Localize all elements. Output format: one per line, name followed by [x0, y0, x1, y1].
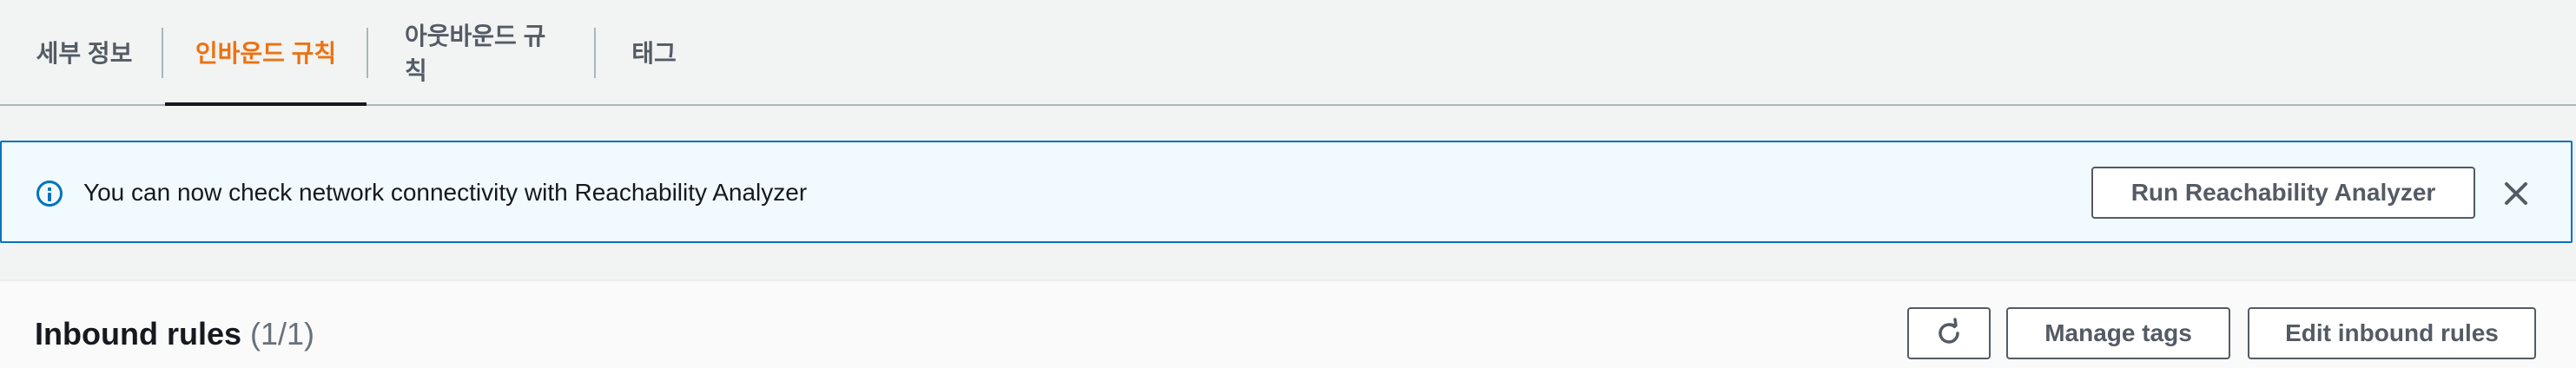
inbound-rules-header: Inbound rules (1/1) Manage tags Edit inb…: [0, 279, 2576, 368]
tab-inbound-rules[interactable]: 인바운드 규칙: [165, 0, 367, 106]
panel-title: Inbound rules (1/1): [35, 312, 314, 356]
tab-bar: 세부 정보 인바운드 규칙 아웃바운드 규칙 태그: [0, 0, 2576, 106]
tab-label: 인바운드 규칙: [195, 40, 337, 67]
tab-label: 세부 정보: [36, 40, 133, 67]
close-icon[interactable]: [2500, 177, 2533, 210]
tab-outbound-rules[interactable]: 아웃바운드 규칙: [405, 0, 559, 104]
tab-divider: [162, 28, 163, 78]
banner-message: You can now check network connectivity w…: [83, 179, 808, 206]
refresh-icon: [1939, 318, 1959, 344]
tab-divider: [594, 28, 596, 78]
info-icon: [36, 181, 63, 207]
tab-label: 태그: [631, 40, 677, 67]
tab-label: 아웃바운드 규칙: [405, 23, 546, 84]
tab-details[interactable]: 세부 정보: [35, 0, 134, 104]
manage-tags-button[interactable]: Manage tags: [2006, 307, 2230, 359]
tab-divider: [367, 28, 368, 78]
edit-inbound-rules-button[interactable]: Edit inbound rules: [2248, 307, 2536, 359]
refresh-button[interactable]: [1907, 307, 1991, 359]
info-flash-banner: You can now check network connectivity w…: [0, 141, 2573, 243]
run-reachability-analyzer-button[interactable]: Run Reachability Analyzer: [2091, 167, 2475, 219]
rule-count: (1/1): [250, 316, 315, 352]
tab-tags[interactable]: 태그: [631, 0, 677, 104]
inbound-rules-title: Inbound rules: [35, 316, 241, 352]
